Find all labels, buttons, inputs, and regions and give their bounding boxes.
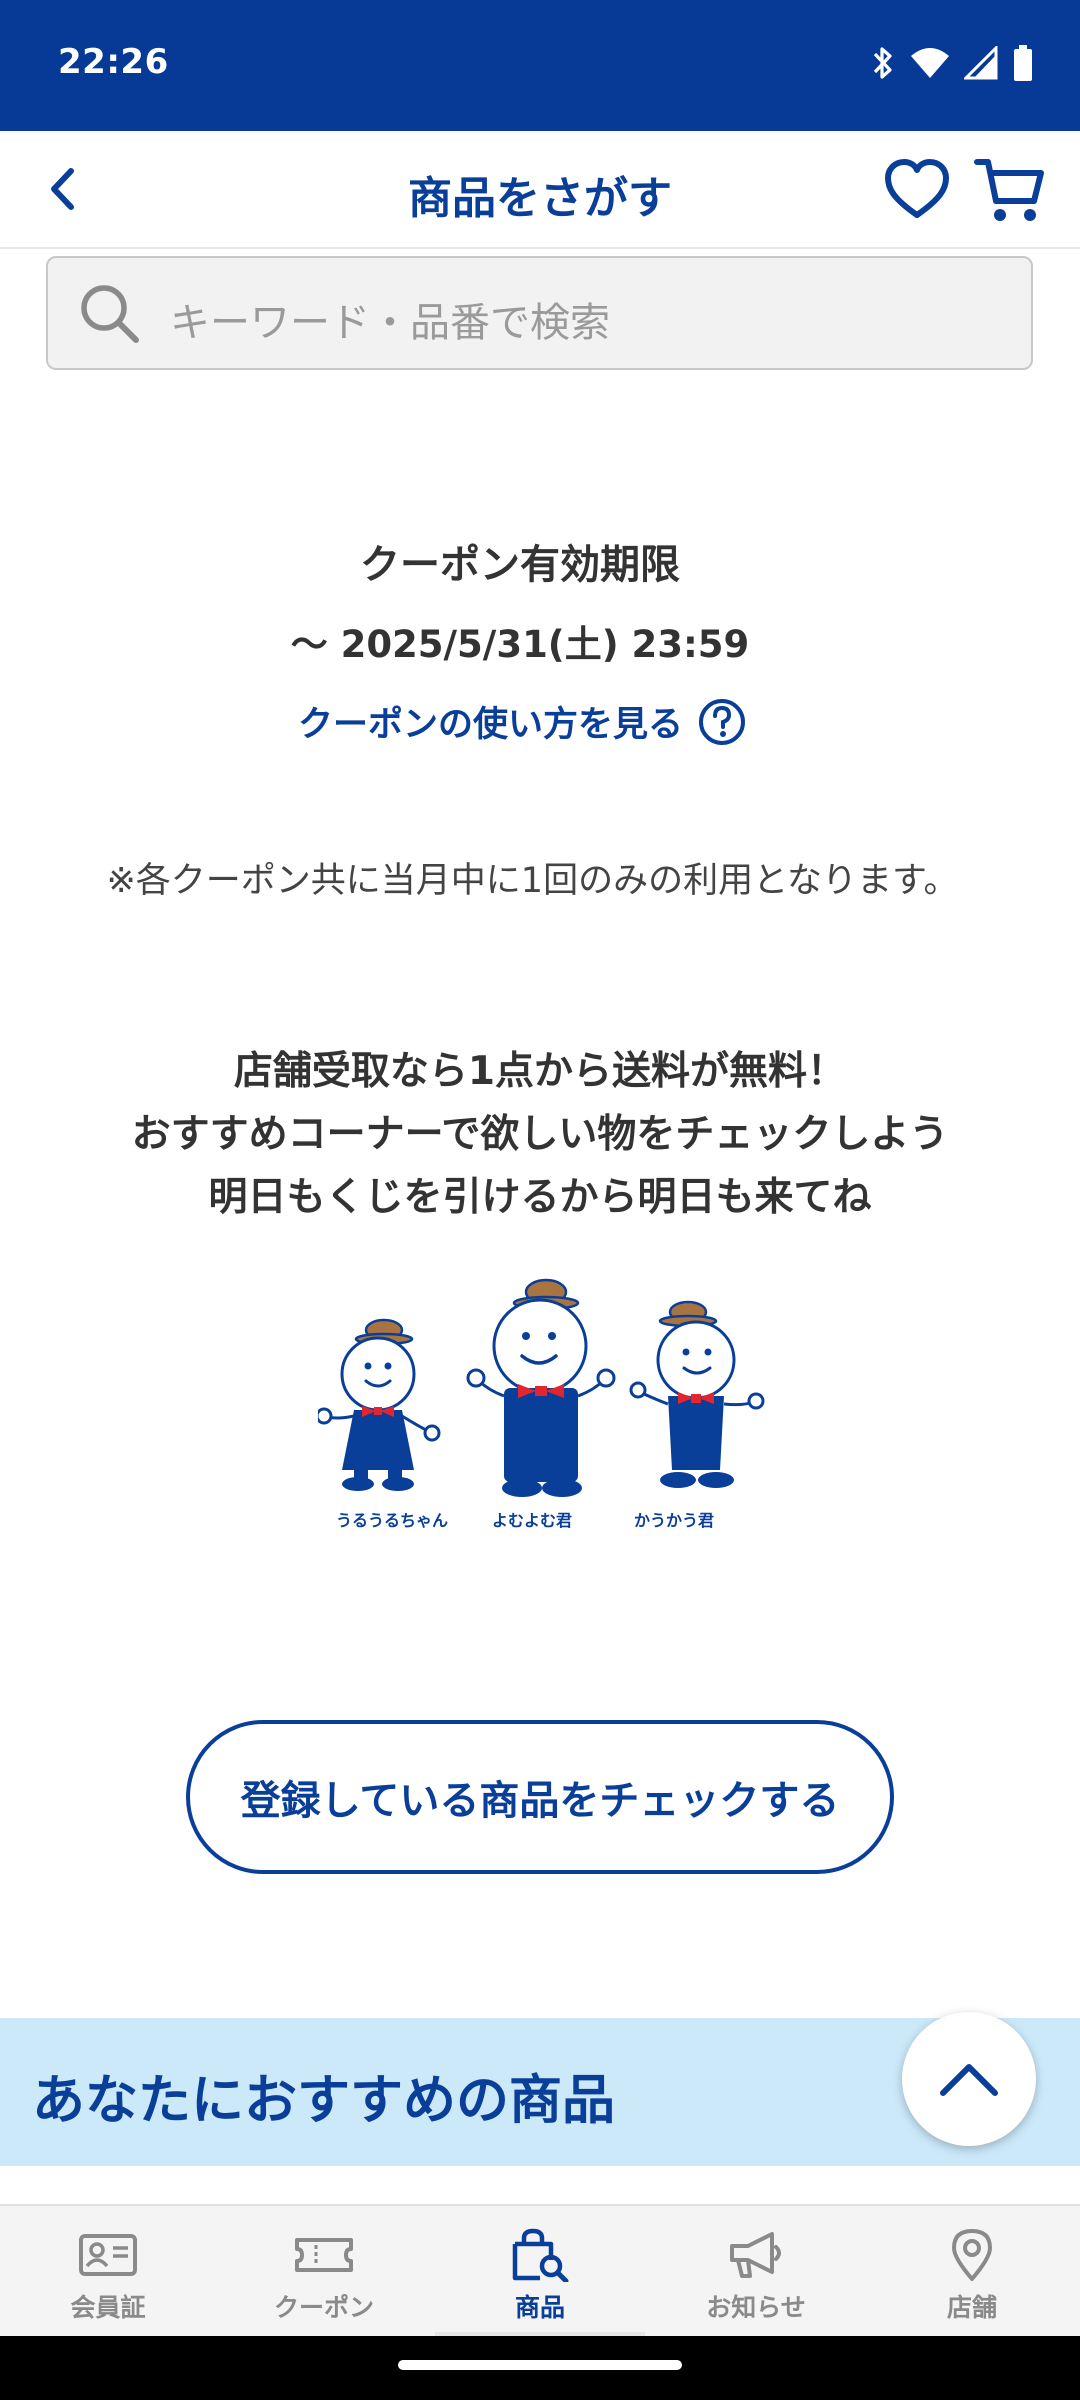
status-icons (870, 44, 1034, 82)
cart-icon (974, 159, 1044, 221)
check-registered-items-button[interactable]: 登録している商品をチェックする (186, 1720, 894, 1874)
coupon-howto-link[interactable]: クーポンの使い方を見る (298, 696, 747, 747)
megaphone-icon (730, 2232, 781, 2278)
shopping-bag-search-icon (512, 2228, 569, 2282)
mascot-name-right: かうかう君 (634, 1511, 714, 1530)
coupon-howto-label: クーポンの使い方を見る (298, 705, 684, 745)
mascot-name-left: うるうるちゃん (336, 1511, 448, 1530)
wifi-icon (911, 48, 949, 78)
status-bar: 22:26 (0, 0, 1080, 131)
promo-line-3: 明日もくじを引けるから明日も来てね (208, 1175, 872, 1220)
mascot-right (629, 1300, 765, 1488)
promo-line-2: おすすめコーナーで欲しい物をチェックしよう (131, 1112, 949, 1157)
mascot-left (318, 1318, 441, 1491)
bluetooth-icon (873, 47, 892, 79)
search-icon (81, 285, 139, 343)
member-card-icon (79, 2234, 137, 2276)
mascot-characters-illustration: うるうるちゃん よむよむ君 かうかう君 (318, 1278, 765, 1530)
nav-label-member-card: 会員証 (70, 2293, 146, 2322)
search-input[interactable]: キーワード・品番で検索 (46, 256, 1033, 370)
bottom-navigation: 会員証 クーポン 商品 お知らせ 店舗 (0, 2204, 1080, 2336)
promo-line-1: 店舗受取なら1点から送料が無料！ (233, 1049, 847, 1094)
nav-item-coupon[interactable]: クーポン (216, 2206, 432, 2336)
search-placeholder: キーワード・品番で検索 (170, 300, 610, 346)
app-header: 商品をさがす (0, 131, 1080, 249)
nav-label-coupon: クーポン (273, 2293, 374, 2322)
nav-item-stores[interactable]: 店舗 (864, 2206, 1080, 2336)
nav-item-products[interactable]: 商品 (432, 2206, 648, 2336)
mascot-center (466, 1278, 616, 1497)
nav-item-news[interactable]: お知らせ (648, 2206, 864, 2336)
coupon-expiry-title: クーポン有効期限 (360, 542, 680, 588)
chevron-up-icon (940, 2064, 998, 2096)
mascot-name-center: よむよむ君 (492, 1511, 572, 1530)
location-pin-icon (952, 2229, 992, 2281)
nav-item-member-card[interactable]: 会員証 (0, 2206, 216, 2336)
coupon-expiry-date: 〜 2025/5/31(土) 23:59 (290, 623, 750, 666)
status-time: 22:26 (58, 42, 169, 82)
recommend-title: あなたにおすすめの商品 (32, 2070, 615, 2131)
heart-icon (885, 159, 949, 218)
favorites-button[interactable] (884, 157, 950, 223)
gesture-handle[interactable] (398, 2360, 682, 2370)
signal-icon (964, 46, 998, 80)
scroll-to-top-button[interactable] (902, 2012, 1036, 2146)
nav-label-stores: 店舗 (946, 2293, 997, 2322)
nav-label-products: 商品 (514, 2293, 565, 2322)
coupon-note: ※各クーポン共に当月中に1回のみの利用となります。 (106, 861, 959, 901)
ticket-icon (295, 2238, 353, 2272)
check-registered-items-label: 登録している商品をチェックする (240, 1778, 840, 1824)
battery-icon (1014, 45, 1032, 81)
promo-message: 店舗受取なら1点から送料が無料！ おすすめコーナーで欲しい物をチェックしよう 明… (0, 1040, 1080, 1229)
system-gesture-bar (0, 2336, 1080, 2400)
nav-label-news: お知らせ (706, 2293, 806, 2322)
cart-button[interactable] (974, 155, 1046, 225)
question-circle-icon (699, 698, 746, 745)
